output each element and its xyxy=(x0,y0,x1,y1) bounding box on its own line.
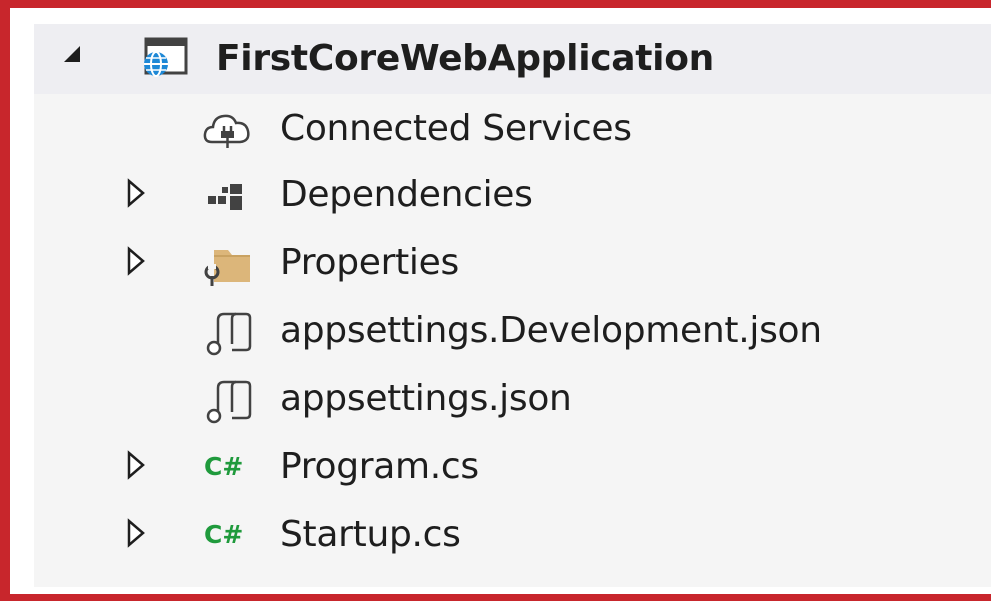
tree-item-appsettings-development-json[interactable]: appsettings.Development.json xyxy=(34,300,991,366)
json-file-icon xyxy=(202,310,254,356)
tree-item-label: Dependencies xyxy=(280,174,533,215)
dependencies-icon xyxy=(202,174,254,220)
csharp-file-icon: C# xyxy=(204,452,244,481)
csharp-file-icon: C# xyxy=(204,520,244,549)
tree-item-label: Properties xyxy=(280,242,459,283)
cloud-plug-icon xyxy=(202,108,254,154)
expanded-arrow-icon[interactable] xyxy=(62,44,88,78)
tree-item-startup-cs[interactable]: C# Startup.cs xyxy=(34,504,991,570)
tree-item-program-cs[interactable]: C# Program.cs xyxy=(34,436,991,502)
web-project-icon xyxy=(140,34,192,80)
project-name-label: FirstCoreWebApplication xyxy=(216,38,714,79)
tree-item-connected-services[interactable]: Connected Services xyxy=(34,98,991,164)
collapsed-arrow-icon[interactable] xyxy=(126,450,152,484)
json-file-icon xyxy=(202,378,254,424)
tree-item-appsettings-json[interactable]: appsettings.json xyxy=(34,368,991,434)
screenshot-frame: FirstCoreWebApplication Connected Servic… xyxy=(0,0,991,601)
collapsed-arrow-icon[interactable] xyxy=(126,178,152,212)
tree-item-label: Connected Services xyxy=(280,108,632,149)
tree-item-label: appsettings.json xyxy=(280,378,572,419)
tree-item-project[interactable]: FirstCoreWebApplication xyxy=(34,24,991,94)
solution-explorer-tree: FirstCoreWebApplication Connected Servic… xyxy=(34,24,991,587)
properties-folder-icon xyxy=(202,242,254,288)
tree-item-dependencies[interactable]: Dependencies xyxy=(34,164,991,230)
tree-item-properties[interactable]: Properties xyxy=(34,232,991,298)
tree-item-label: Startup.cs xyxy=(280,514,461,555)
collapsed-arrow-icon[interactable] xyxy=(126,518,152,552)
collapsed-arrow-icon[interactable] xyxy=(126,246,152,280)
tree-item-label: appsettings.Development.json xyxy=(280,310,822,351)
tree-item-label: Program.cs xyxy=(280,446,479,487)
